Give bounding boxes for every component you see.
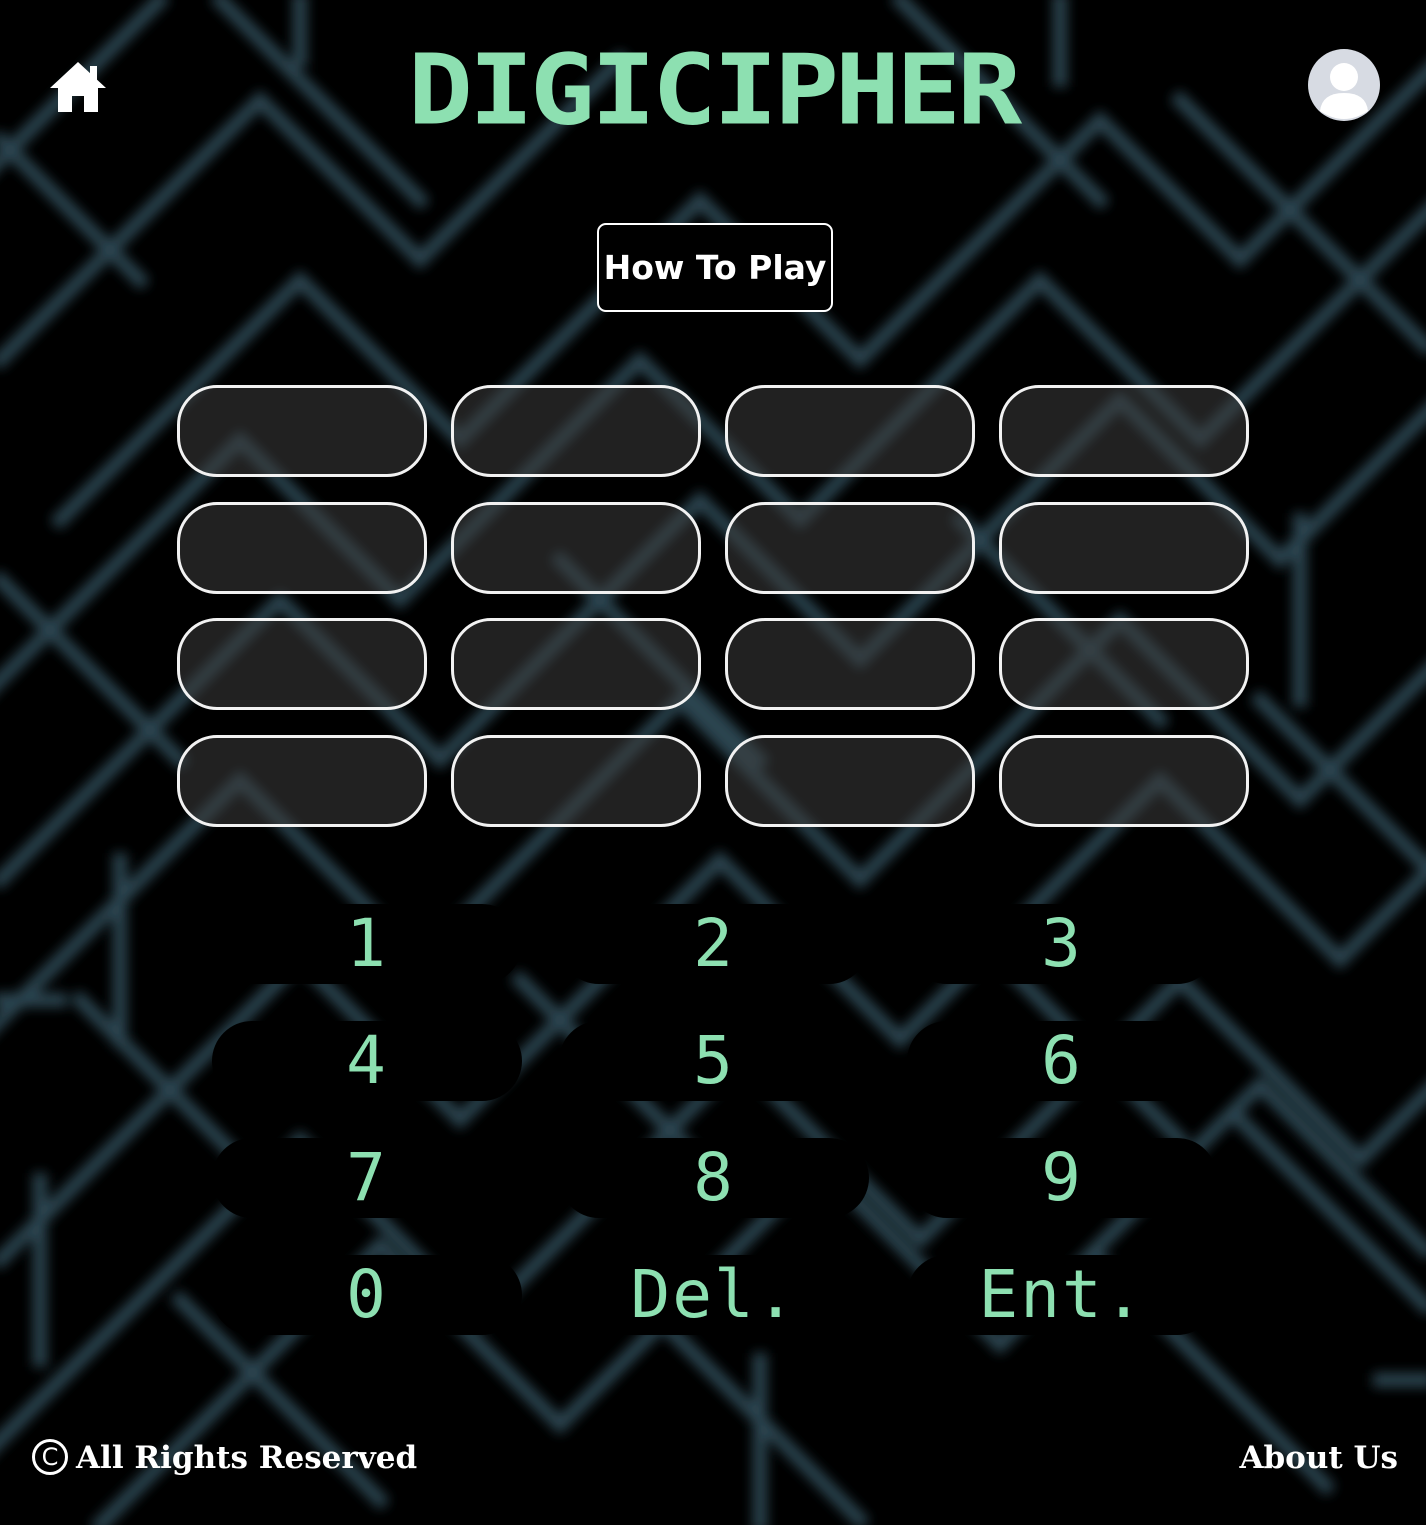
guess-slot (999, 502, 1249, 594)
how-to-play-button[interactable]: How To Play (597, 223, 833, 312)
guess-slot (451, 502, 701, 594)
key-7[interactable]: 7 (212, 1138, 522, 1218)
enter-key[interactable]: Ent. (907, 1255, 1217, 1335)
guess-slot (451, 618, 701, 710)
guess-slot (999, 618, 1249, 710)
profile-button[interactable] (1308, 49, 1380, 121)
guess-slot (451, 735, 701, 827)
guess-slot (177, 618, 427, 710)
guess-slot (725, 502, 975, 594)
guess-slot (999, 385, 1249, 477)
guess-slot (725, 618, 975, 710)
key-9[interactable]: 9 (907, 1138, 1217, 1218)
guess-slot (177, 735, 427, 827)
key-3[interactable]: 3 (907, 904, 1217, 984)
key-1[interactable]: 1 (212, 904, 522, 984)
guess-slot (177, 385, 427, 477)
user-avatar-icon (1320, 63, 1368, 119)
guess-slot (451, 385, 701, 477)
delete-key[interactable]: Del. (559, 1255, 869, 1335)
guess-slot (999, 735, 1249, 827)
guess-slot (725, 385, 975, 477)
key-0[interactable]: 0 (212, 1255, 522, 1335)
key-5[interactable]: 5 (559, 1021, 869, 1101)
about-us-link[interactable]: About Us (1239, 1438, 1398, 1478)
key-2[interactable]: 2 (559, 904, 869, 984)
key-8[interactable]: 8 (559, 1138, 869, 1218)
copyright-text: All Rights Reserved (76, 1440, 418, 1476)
copyright-icon: C (32, 1438, 68, 1475)
game-title: DIGICIPHER (407, 34, 1022, 147)
key-4[interactable]: 4 (212, 1021, 522, 1101)
key-6[interactable]: 6 (907, 1021, 1217, 1101)
copyright-notice: C All Rights Reserved (32, 1438, 417, 1478)
guess-slot (177, 502, 427, 594)
guess-slot (725, 735, 975, 827)
